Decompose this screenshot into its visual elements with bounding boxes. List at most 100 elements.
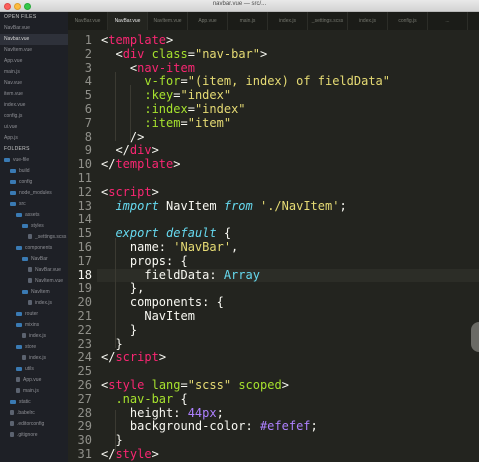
file-icon bbox=[22, 355, 26, 361]
line-number: 9 bbox=[84, 143, 92, 158]
open-file-item[interactable]: index.vue bbox=[0, 100, 68, 111]
folder-icon bbox=[10, 179, 16, 184]
line-number: 23 bbox=[77, 336, 92, 351]
open-file-item[interactable]: NavItem.vue bbox=[0, 45, 68, 56]
editor-tab[interactable]: NavBar.vue bbox=[68, 12, 108, 30]
open-file-item[interactable]: main.js bbox=[0, 67, 68, 78]
code-line: } bbox=[101, 433, 122, 448]
code-token: background-color: bbox=[101, 419, 260, 434]
tree-item-label: store bbox=[25, 344, 37, 350]
editor-tab[interactable]: config.js bbox=[388, 12, 428, 30]
tree-item-label: NavBar bbox=[31, 256, 48, 262]
tree-folder[interactable]: NavBar bbox=[0, 254, 68, 265]
editor-tab[interactable]: App.vue bbox=[188, 12, 228, 30]
open-file-item[interactable]: item.vue bbox=[0, 89, 68, 100]
folder-icon bbox=[4, 157, 10, 162]
code-token: = bbox=[180, 74, 188, 89]
open-file-item[interactable]: Navbar.vue bbox=[0, 34, 68, 45]
tree-folder[interactable]: config bbox=[0, 177, 68, 188]
folder-tree: vue-file build config node_modules src assets… bbox=[0, 155, 68, 441]
code-token: :index bbox=[144, 102, 188, 116]
tree-folder[interactable]: router bbox=[0, 309, 68, 320]
tree-folder[interactable]: NavItem bbox=[0, 287, 68, 298]
code-line: .nav-bar { bbox=[101, 391, 188, 407]
tree-item-label: .babelrc bbox=[17, 410, 35, 416]
open-file-label: Nav.vue bbox=[4, 80, 22, 86]
code-line: fieldData: Array bbox=[101, 268, 260, 283]
code-token: </ bbox=[115, 143, 130, 158]
line-number: 14 bbox=[77, 212, 92, 227]
code-token: components: { bbox=[101, 295, 224, 310]
open-file-label: Navbar.vue bbox=[4, 36, 30, 42]
editor-tab[interactable]: NavBar.vue bbox=[108, 12, 148, 30]
tree-file[interactable]: index.js bbox=[0, 331, 68, 342]
file-icon bbox=[28, 234, 32, 240]
tree-folder[interactable]: static bbox=[0, 397, 68, 408]
code-token: } bbox=[101, 336, 123, 351]
line-number: 20 bbox=[77, 295, 92, 310]
tree-file[interactable]: index.js bbox=[0, 353, 68, 364]
code-token: export bbox=[115, 226, 159, 241]
code-token: { bbox=[173, 391, 188, 406]
editor-tab[interactable]: _settings.scss bbox=[308, 12, 348, 30]
tree-folder[interactable]: src bbox=[0, 199, 68, 210]
open-file-item[interactable]: App.vue bbox=[0, 56, 68, 67]
code-line: </script> bbox=[101, 350, 166, 365]
code-token: :item bbox=[144, 115, 181, 130]
tree-file[interactable]: .babelrc bbox=[0, 408, 68, 419]
code-token: ; bbox=[216, 405, 224, 420]
open-file-item[interactable]: ui.vue bbox=[0, 122, 68, 133]
code-line: </template> bbox=[101, 157, 180, 172]
file-icon bbox=[10, 432, 14, 438]
tree-folder[interactable]: build bbox=[0, 166, 68, 177]
code-token: > bbox=[151, 143, 159, 158]
tree-file[interactable]: App.vue bbox=[0, 375, 68, 386]
code-line: :key="index" bbox=[101, 88, 231, 103]
tree-file[interactable]: _settings.scss bbox=[0, 232, 68, 243]
open-file-item[interactable]: NavBar.vue bbox=[0, 23, 68, 34]
line-number: 21 bbox=[77, 309, 92, 323]
code-token: </ bbox=[101, 157, 116, 172]
tree-folder[interactable]: utils bbox=[0, 364, 68, 375]
code-line: }, bbox=[101, 281, 144, 296]
tree-file[interactable]: .editorconfig bbox=[0, 419, 68, 430]
editor-tab[interactable]: NavItem.vue bbox=[148, 12, 188, 30]
tree-folder[interactable]: store bbox=[0, 342, 68, 353]
file-icon bbox=[28, 267, 32, 273]
code-token: import bbox=[115, 198, 159, 213]
editor-tab[interactable]: index.js bbox=[348, 12, 388, 30]
tree-file[interactable]: .gitignore bbox=[0, 430, 68, 441]
code-token: > bbox=[260, 46, 268, 61]
open-file-label: App.vue bbox=[4, 58, 23, 64]
tree-folder[interactable]: vue-file bbox=[0, 155, 68, 166]
tree-file[interactable]: index.js bbox=[0, 298, 68, 309]
line-number: 3 bbox=[84, 60, 92, 75]
tree-folder[interactable]: assets bbox=[0, 210, 68, 221]
folder-icon bbox=[16, 245, 22, 250]
tree-item-label: .gitignore bbox=[17, 432, 38, 438]
code-token: nav-item bbox=[137, 60, 195, 75]
file-icon bbox=[28, 300, 32, 306]
tree-folder[interactable]: mixins bbox=[0, 320, 68, 331]
open-file-item[interactable]: config.js bbox=[0, 111, 68, 122]
tree-file[interactable]: NavItem.vue bbox=[0, 276, 68, 287]
tree-folder[interactable]: components bbox=[0, 243, 68, 254]
editor-tab[interactable]: main.js bbox=[228, 12, 268, 30]
open-file-label: NavBar.vue bbox=[4, 25, 30, 31]
code-editor[interactable]: 1 2 3 4 5 6 7 8 9 10 11 12 13 14 15 16 17 18 19 20 21 22 23 24 2… bbox=[68, 30, 479, 462]
open-file-item[interactable]: App.js bbox=[0, 133, 68, 144]
tree-folder[interactable]: node_modules bbox=[0, 188, 68, 199]
editor-tab[interactable]: index.js bbox=[268, 12, 308, 30]
code-token: v-for bbox=[144, 74, 181, 89]
scrollbar-thumb[interactable] bbox=[471, 322, 479, 352]
open-file-item[interactable]: Nav.vue bbox=[0, 78, 68, 89]
tree-file[interactable]: NavBar.vue bbox=[0, 265, 68, 276]
line-number: 16 bbox=[77, 240, 92, 254]
tree-file[interactable]: main.js bbox=[0, 386, 68, 397]
editor-tab[interactable]: ... bbox=[428, 12, 468, 30]
open-file-label: App.js bbox=[4, 135, 18, 141]
code-token: default bbox=[166, 226, 217, 241]
tree-folder[interactable]: styles bbox=[0, 221, 68, 232]
